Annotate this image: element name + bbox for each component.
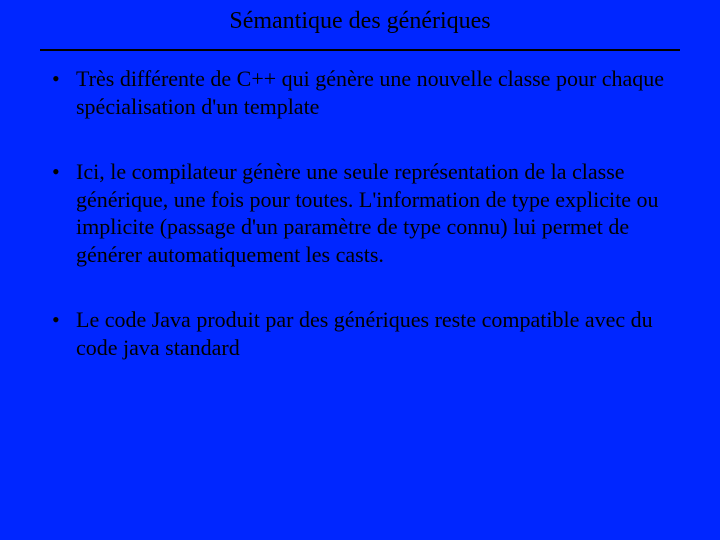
bullet-item: Le code Java produit par des génériques … xyxy=(50,306,680,361)
title-wrap: Sémantique des génériques xyxy=(30,8,690,39)
bullet-item: Ici, le compilateur génère une seule rep… xyxy=(50,158,680,268)
slide: Sémantique des génériques Très différent… xyxy=(0,0,720,540)
bullet-item: Très différente de C++ qui génère une no… xyxy=(50,65,680,120)
title-underline xyxy=(40,49,680,51)
bullet-list: Très différente de C++ qui génère une no… xyxy=(30,65,690,361)
slide-title: Sémantique des génériques xyxy=(227,8,492,39)
